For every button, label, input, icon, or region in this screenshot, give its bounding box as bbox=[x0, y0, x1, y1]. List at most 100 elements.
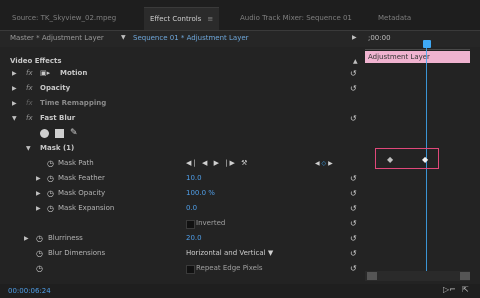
stopwatch-icon[interactable]: ◷ bbox=[36, 231, 43, 246]
current-timecode[interactable]: 00:00:06:24 bbox=[8, 287, 51, 295]
pen-mask-icon[interactable]: ✎ bbox=[70, 126, 78, 141]
mask-feather-row: ▶ ◷ Mask Feather 10.0 ↺ bbox=[0, 171, 365, 186]
tab-effect-controls-label: Effect Controls bbox=[150, 15, 202, 23]
expand-arrow-icon[interactable]: ▶ bbox=[12, 81, 17, 96]
reset-icon[interactable]: ↺ bbox=[350, 66, 357, 81]
mask-opacity-label: Mask Opacity bbox=[58, 189, 106, 197]
inverted-label: Inverted bbox=[196, 219, 226, 227]
collapse-arrow-icon[interactable]: ▼ bbox=[12, 111, 17, 126]
panel-tab-bar: Source: TK_Skyview_02.mpeg Effect Contro… bbox=[0, 0, 480, 31]
scrollbar-thumb-left[interactable] bbox=[367, 272, 377, 280]
tab-source-label: Source: TK_Skyview_02.mpeg bbox=[12, 14, 117, 22]
time-ruler[interactable] bbox=[365, 39, 470, 50]
reset-icon[interactable]: ↺ bbox=[350, 231, 357, 246]
mask-opacity-value[interactable]: 100.0 % bbox=[186, 186, 215, 201]
inverted-row: Inverted ↺ bbox=[0, 216, 365, 231]
reset-icon[interactable]: ↺ bbox=[350, 186, 357, 201]
repeat-edge-row: ◷ Repeat Edge Pixels ↺ bbox=[0, 261, 365, 276]
rectangle-mask-icon[interactable] bbox=[55, 129, 64, 138]
play-only-arrow-icon[interactable]: ▶ bbox=[352, 34, 357, 41]
expand-arrow-icon[interactable]: ▶ bbox=[12, 66, 17, 81]
stopwatch-icon[interactable]: ◷ bbox=[47, 186, 54, 201]
time-remapping-label: Time Remapping bbox=[40, 99, 107, 107]
effect-row-time-remapping[interactable]: ▶ fx Time Remapping bbox=[0, 96, 365, 111]
stopwatch-icon[interactable]: ◷ bbox=[47, 156, 54, 171]
reset-icon[interactable]: ↺ bbox=[350, 246, 357, 261]
collapse-arrow-icon[interactable]: ▼ bbox=[26, 141, 31, 156]
tab-audio-label: Audio Track Mixer: Sequence 01 bbox=[240, 14, 352, 22]
tab-effect-controls[interactable]: Effect Controls ≡ bbox=[144, 7, 220, 31]
export-icon[interactable]: ⇱ bbox=[462, 285, 469, 294]
blurriness-value[interactable]: 20.0 bbox=[186, 231, 202, 246]
mask-expansion-value[interactable]: 0.0 bbox=[186, 201, 197, 216]
stopwatch-icon[interactable]: ◷ bbox=[47, 171, 54, 186]
blur-dimensions-row: ◷ Blur Dimensions Horizontal and Vertica… bbox=[0, 246, 365, 261]
fx-icon[interactable]: fx bbox=[26, 66, 33, 81]
reset-icon[interactable]: ↺ bbox=[350, 261, 357, 276]
reset-icon[interactable]: ↺ bbox=[350, 81, 357, 96]
playhead-handle[interactable] bbox=[423, 40, 431, 48]
fast-blur-label: Fast Blur bbox=[40, 114, 76, 122]
expand-arrow-icon[interactable]: ▶ bbox=[36, 171, 41, 186]
repeat-edge-label: Repeat Edge Pixels bbox=[196, 264, 263, 272]
opacity-label: Opacity bbox=[40, 84, 71, 92]
stopwatch-icon[interactable]: ◷ bbox=[36, 261, 43, 276]
inverted-checkbox[interactable] bbox=[186, 220, 195, 229]
tab-source[interactable]: Source: TK_Skyview_02.mpeg bbox=[6, 7, 122, 30]
reset-icon[interactable]: ↺ bbox=[350, 201, 357, 216]
tab-metadata-label: Metadata bbox=[378, 14, 412, 22]
expand-arrow-icon[interactable]: ▶ bbox=[36, 186, 41, 201]
sequence-clip-label[interactable]: Sequence 01 * Adjustment Layer bbox=[133, 34, 249, 42]
filter-icon[interactable]: ▷⌐ bbox=[443, 285, 456, 294]
expand-arrow-icon[interactable]: ▶ bbox=[12, 96, 17, 111]
mask-opacity-row: ▶ ◷ Mask Opacity 100.0 % ↺ bbox=[0, 186, 365, 201]
mask-expansion-label: Mask Expansion bbox=[58, 204, 115, 212]
fx-icon[interactable]: fx bbox=[26, 111, 33, 126]
mask-tools-row: ✎ bbox=[0, 126, 365, 141]
blur-dimensions-value: Horizontal and Vertical bbox=[186, 249, 266, 257]
mask-row[interactable]: ▼ Mask (1) bbox=[0, 141, 365, 156]
blur-dimensions-label: Blur Dimensions bbox=[48, 249, 106, 257]
expand-arrow-icon[interactable]: ▶ bbox=[24, 231, 29, 246]
mask-feather-label: Mask Feather bbox=[58, 174, 105, 182]
adjustment-layer-clip[interactable]: Adjustment Layer bbox=[365, 51, 470, 63]
mask-label: Mask (1) bbox=[40, 144, 75, 152]
reset-icon[interactable]: ↺ bbox=[350, 216, 357, 231]
tab-menu-icon[interactable]: ≡ bbox=[207, 15, 213, 23]
ellipse-mask-icon[interactable] bbox=[40, 129, 49, 138]
scrollbar-thumb-right[interactable] bbox=[460, 272, 470, 280]
keyframe-icon[interactable]: ◆ bbox=[422, 155, 428, 164]
fx-icon[interactable]: fx bbox=[26, 81, 33, 96]
keyframe-icon[interactable]: ◆ bbox=[387, 155, 393, 164]
master-clip-label[interactable]: Master * Adjustment Layer bbox=[10, 34, 104, 42]
blur-dimensions-dropdown[interactable]: Horizontal and Vertical ▼ bbox=[186, 246, 273, 261]
effects-panel: Video Effects ▲ ▶ fx ▣▸ Motion ↺ ▶ fx Op… bbox=[0, 51, 365, 274]
mask-feather-value[interactable]: 10.0 bbox=[186, 171, 202, 186]
dropdown-arrow-icon[interactable]: ▼ bbox=[121, 34, 126, 41]
tab-audio-track-mixer[interactable]: Audio Track Mixer: Sequence 01 bbox=[234, 7, 358, 30]
repeat-edge-checkbox[interactable] bbox=[186, 265, 195, 274]
effect-row-opacity[interactable]: ▶ fx Opacity ↺ bbox=[0, 81, 365, 96]
stopwatch-icon[interactable]: ◷ bbox=[36, 246, 43, 261]
footer-bar: 00:00:06:24 ▷⌐ ⇱ bbox=[0, 284, 480, 298]
keyframe-highlight-box bbox=[375, 148, 439, 169]
reset-icon[interactable]: ↺ bbox=[350, 171, 357, 186]
effect-row-fast-blur[interactable]: ▼ fx Fast Blur ↺ bbox=[0, 111, 365, 126]
chevron-down-icon: ▼ bbox=[267, 249, 274, 257]
mask-path-row: ◷ Mask Path ◀| ◀ ▶ |▶ ⚒ ◀ ◇ ▶ bbox=[0, 156, 365, 171]
tab-metadata[interactable]: Metadata bbox=[372, 7, 417, 30]
effect-row-motion[interactable]: ▶ fx ▣▸ Motion ↺ bbox=[0, 66, 365, 81]
expand-arrow-icon[interactable]: ▶ bbox=[36, 201, 41, 216]
mask-expansion-row: ▶ ◷ Mask Expansion 0.0 ↺ bbox=[0, 201, 365, 216]
timeline-scrollbar[interactable] bbox=[365, 271, 470, 281]
motion-icon: ▣▸ bbox=[40, 69, 51, 77]
motion-label: Motion bbox=[60, 69, 88, 77]
mask-path-label: Mask Path bbox=[58, 159, 94, 167]
track-mask-controls[interactable]: ◀| ◀ ▶ |▶ ⚒ bbox=[186, 156, 249, 171]
blurriness-row: ▶ ◷ Blurriness 20.0 ↺ bbox=[0, 231, 365, 246]
fx-icon: fx bbox=[26, 99, 33, 107]
blurriness-label: Blurriness bbox=[48, 234, 83, 242]
reset-icon[interactable]: ↺ bbox=[350, 111, 357, 126]
keyframe-nav[interactable]: ◀ ◇ ▶ bbox=[315, 156, 333, 171]
stopwatch-icon[interactable]: ◷ bbox=[47, 201, 54, 216]
